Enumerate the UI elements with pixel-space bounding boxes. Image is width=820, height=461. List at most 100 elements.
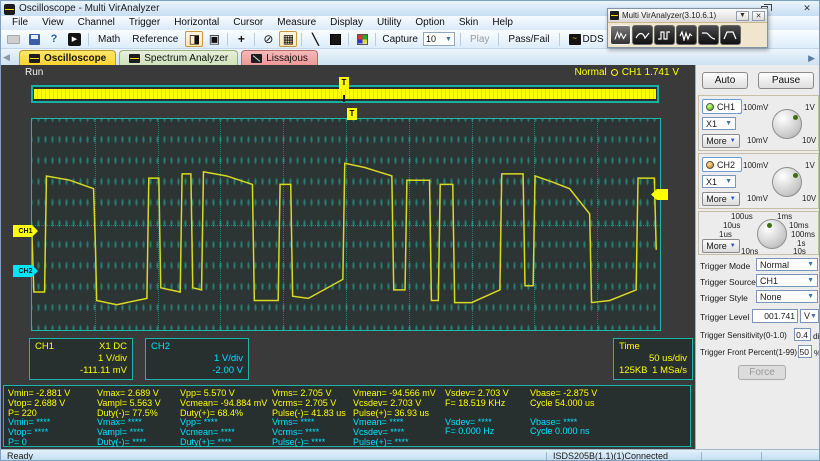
trigger-source-select[interactable]: CH1 ▼ xyxy=(756,274,818,287)
ch1-probe-select[interactable]: X1 ▼ xyxy=(702,117,736,130)
palette-close-icon[interactable]: ✕ xyxy=(752,10,765,21)
ch1-more-button[interactable]: More ▼ xyxy=(702,134,740,148)
trigger-level-unit-select[interactable]: V ▼ xyxy=(800,309,819,323)
trigger-level-input[interactable]: 001.741 xyxy=(752,309,798,323)
ch2-enable-button[interactable]: CH2 xyxy=(702,157,742,172)
play-button[interactable]: Play xyxy=(465,31,494,47)
timebase-info-box[interactable]: Time 50 us/div 125KB 1 MSa/s xyxy=(613,338,693,380)
knob-label: 10s xyxy=(793,247,806,256)
timebase-more-button[interactable]: More ▼ xyxy=(702,239,740,253)
menu-display[interactable]: Display xyxy=(323,16,370,30)
color-button[interactable] xyxy=(353,31,371,47)
math-button[interactable]: Math xyxy=(93,31,125,47)
ch1-group: CH1 X1 ▼ More ▼ 100mV 1V 10mV 10V xyxy=(698,95,819,151)
oscilloscope-icon xyxy=(29,53,40,63)
crosshair-button[interactable]: + xyxy=(232,31,250,47)
passfail-button[interactable]: Pass/Fail xyxy=(503,31,554,47)
tab-oscilloscope[interactable]: Oscilloscope xyxy=(19,50,117,65)
timebase-knob[interactable] xyxy=(757,219,787,249)
menu-horizontal[interactable]: Horizontal xyxy=(167,16,226,30)
window-layout-button[interactable]: ▣ xyxy=(205,31,223,47)
palette-oscilloscope-button[interactable] xyxy=(610,25,631,45)
dot-style-button[interactable] xyxy=(326,31,344,47)
trigger-position-marker[interactable]: T xyxy=(347,108,357,120)
line-style-button[interactable]: ╲ xyxy=(306,31,324,47)
menu-measure[interactable]: Measure xyxy=(270,16,323,30)
knob-label: 10ns xyxy=(741,247,759,256)
trigger-style-select[interactable]: None ▼ xyxy=(756,290,818,303)
status-text: Ready xyxy=(7,451,34,461)
palette-sweep-button[interactable] xyxy=(698,25,719,45)
auto-button[interactable]: Auto xyxy=(702,72,748,89)
palette-pulse-button[interactable] xyxy=(720,25,741,45)
dds-icon: ~ xyxy=(568,33,581,45)
palette-recorder-button[interactable] xyxy=(632,25,653,45)
pointer-icon: ▶ xyxy=(68,32,81,46)
palette-app-icon xyxy=(610,11,619,20)
knob-label: 100us xyxy=(731,212,753,221)
menu-option[interactable]: Option xyxy=(408,16,451,30)
dds-button[interactable]: ~ DDS xyxy=(564,31,609,47)
menu-trigger[interactable]: Trigger xyxy=(122,16,167,30)
menu-help[interactable]: Help xyxy=(485,16,520,30)
ch1-info-box[interactable]: CH1 X1 DC 1 V/div -111.11 mV xyxy=(29,338,133,380)
trigger-mode-select[interactable]: Normal ▼ xyxy=(756,258,818,271)
trigger-position-marker-top[interactable]: T xyxy=(339,77,349,89)
app-window: Oscilloscope - Multi VirAnalyzer ✕ File … xyxy=(0,0,820,461)
brush-button[interactable]: ⊘ xyxy=(259,31,277,47)
knob-label: 1us xyxy=(719,230,732,239)
palette-dropdown-icon[interactable]: ▼ xyxy=(736,10,749,21)
knob-label: 1ms xyxy=(777,212,793,221)
capture-count-combo[interactable]: 10 ▼ xyxy=(422,32,455,46)
brush-icon: ⊘ xyxy=(263,32,274,46)
menu-file[interactable]: File xyxy=(5,16,35,30)
tab-spectrum-analyzer[interactable]: Spectrum Analyzer xyxy=(119,50,239,65)
close-icon[interactable]: ✕ xyxy=(799,3,815,14)
ch2-volts-knob[interactable] xyxy=(772,167,802,197)
help-icon: ? xyxy=(50,33,58,45)
open-icon xyxy=(7,34,20,44)
menu-utility[interactable]: Utility xyxy=(370,16,408,30)
buffer-overview-waveform xyxy=(34,89,656,99)
tab-lissajous[interactable]: Lissajous xyxy=(241,50,318,65)
tab-scroll-left-icon[interactable]: ◀ xyxy=(3,52,10,63)
trigger-sensitivity-input[interactable]: 0.4 xyxy=(794,328,811,341)
pause-button[interactable]: Pause xyxy=(758,72,814,89)
force-button[interactable]: Force xyxy=(738,365,786,380)
ch1-volts-knob[interactable] xyxy=(772,109,802,139)
tab-scroll-right-icon[interactable]: ▶ xyxy=(808,53,815,64)
palette-titlebar[interactable]: Multi VirAnalyzer(3.10.6.1) ▼ ✕ xyxy=(608,9,767,22)
panel-toggle-button[interactable]: ◨ xyxy=(185,31,204,47)
knob-label: 10mV xyxy=(747,194,768,203)
trigger-readout: Normal CH1 1.741 V xyxy=(574,67,680,78)
knob-label: 1V xyxy=(805,161,815,170)
ch2-info-box[interactable]: CH2 1 V/div -2.00 V xyxy=(145,338,249,380)
ch2-more-button[interactable]: More ▼ xyxy=(702,192,740,206)
palette-burst-button[interactable] xyxy=(676,25,697,45)
save-button[interactable] xyxy=(25,31,43,47)
tool-button[interactable]: ▶ xyxy=(65,31,84,47)
menu-channel[interactable]: Channel xyxy=(71,16,122,30)
menu-view[interactable]: View xyxy=(35,16,71,30)
ch1-enable-button[interactable]: CH1 xyxy=(702,99,742,114)
knob-label: 1V xyxy=(805,103,815,112)
trigger-source-label: Trigger Source xyxy=(700,277,756,287)
meas-column: Vmax= 2.689 V Vampl= 5.563 V Duty(-)= 77… xyxy=(97,388,161,447)
palette-title: Multi VirAnalyzer(3.10.6.1) xyxy=(622,11,717,20)
menu-skin[interactable]: Skin xyxy=(452,16,485,30)
open-button[interactable] xyxy=(4,31,23,47)
screen-button[interactable]: ▦ xyxy=(279,31,298,47)
knob-label: 10V xyxy=(802,136,817,145)
statusbar: Ready ISDS205B(1.1)(1)Connected xyxy=(1,449,819,461)
trigger-position-tick xyxy=(343,95,345,102)
menu-cursor[interactable]: Cursor xyxy=(226,16,270,30)
knob-label: 10V xyxy=(802,194,817,203)
reference-button[interactable]: Reference xyxy=(127,31,183,47)
knob-label: 100mV xyxy=(743,161,769,170)
app-icon xyxy=(4,3,15,15)
help-button[interactable]: ? xyxy=(45,31,63,47)
trigger-style-label: Trigger Style xyxy=(700,293,748,303)
ch2-probe-select[interactable]: X1 ▼ xyxy=(702,175,736,188)
trigger-front-input[interactable]: 50 xyxy=(798,345,812,358)
palette-logic-button[interactable] xyxy=(654,25,675,45)
